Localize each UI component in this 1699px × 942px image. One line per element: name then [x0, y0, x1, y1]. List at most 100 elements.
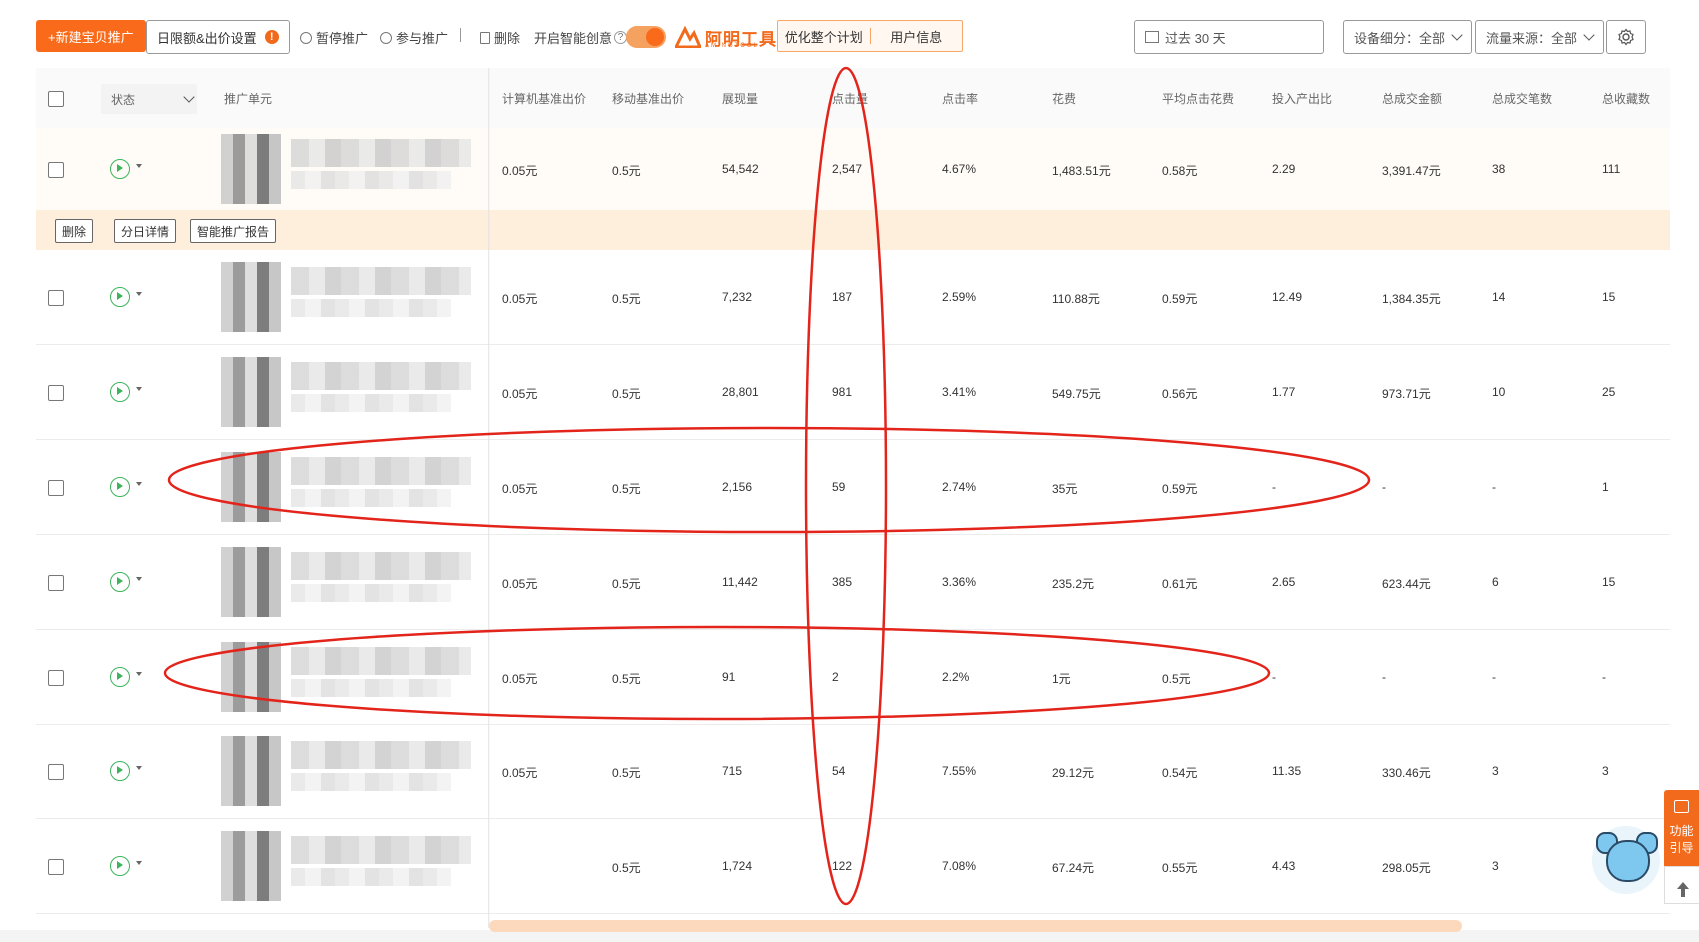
pause-promo-button[interactable]: 暂停推广	[300, 28, 368, 47]
daily-detail-button[interactable]: 分日详情	[114, 219, 177, 243]
product-title-blurred[interactable]	[291, 741, 471, 769]
row-checkbox[interactable]	[48, 480, 64, 496]
product-subtitle-blurred	[291, 679, 451, 697]
status-toggle[interactable]	[110, 382, 142, 402]
product-title-blurred[interactable]	[291, 139, 471, 167]
row-checkbox[interactable]	[48, 290, 64, 306]
select-all-checkbox[interactable]	[48, 91, 64, 107]
cell-cpc: 0.56元	[1162, 387, 1198, 401]
cell-gmv: -	[1382, 670, 1386, 684]
settings-button[interactable]	[1606, 20, 1646, 54]
product-thumbnail[interactable]	[221, 736, 281, 806]
smart-creative-toggle[interactable]	[626, 26, 666, 48]
cell-pc-bid: 0.05元	[502, 482, 538, 496]
traffic-source-select[interactable]: 流量来源：全部	[1475, 20, 1605, 54]
table-row[interactable]: 0.05元 0.5元 28,801 981 3.41% 549.75元 0.56元 1.77 9…	[36, 344, 1670, 440]
table-row[interactable]: 0.05元 0.5元 7,232 187 2.59% 110.88元 0.59元 12.49 1…	[36, 250, 1670, 345]
product-title-blurred[interactable]	[291, 457, 471, 485]
cell-orders: 3	[1492, 859, 1499, 873]
product-thumbnail[interactable]	[221, 547, 281, 617]
header-impressions[interactable]: 展现量	[722, 90, 758, 107]
header-cost[interactable]: 花费	[1052, 90, 1076, 107]
row-checkbox[interactable]	[48, 670, 64, 686]
date-range-select[interactable]: 过去 30 天	[1134, 20, 1324, 54]
device-select[interactable]: 设备细分：全部	[1343, 20, 1473, 54]
cell-pc-bid: 0.05元	[502, 164, 538, 178]
table-row[interactable]: 0.05元 0.5元 2,156 59 2.74% 35元 0.59元 - - - 1	[36, 439, 1670, 535]
new-promo-button[interactable]: +新建宝贝推广	[36, 20, 146, 52]
header-favorites[interactable]: 总收藏数	[1602, 90, 1650, 107]
status-toggle[interactable]	[110, 159, 142, 179]
product-thumbnail[interactable]	[221, 642, 281, 712]
caret-down-icon	[136, 861, 142, 865]
chevron-down-icon	[1583, 29, 1595, 41]
join-promo-button[interactable]: 参与推广	[380, 28, 448, 47]
table-row[interactable]: 0.05元 0.5元 54,542 2,547 4.67% 1,483.51元 0.58元 2…	[36, 128, 1670, 211]
row-delete-button[interactable]: 删除	[55, 219, 94, 243]
cell-roi: 1.77	[1272, 385, 1296, 399]
optimize-plan-button[interactable]: 优化整个计划	[778, 27, 870, 46]
cell-pc-bid: 0.05元	[502, 387, 538, 401]
caret-down-icon	[136, 672, 142, 676]
status-toggle[interactable]	[110, 287, 142, 307]
product-title-blurred[interactable]	[291, 552, 471, 580]
gear-icon	[1618, 28, 1634, 46]
product-thumbnail[interactable]	[221, 134, 281, 204]
cell-clicks: 59	[832, 480, 846, 494]
user-info-button[interactable]: 用户信息	[871, 27, 963, 46]
cell-impressions: 2,156	[722, 480, 753, 494]
table-row[interactable]: 0.05元 0.5元 11,442 385 3.36% 235.2元 0.61元 2.65 62…	[36, 534, 1670, 630]
product-title-blurred[interactable]	[291, 647, 471, 675]
cell-roi: 12.49	[1272, 290, 1303, 304]
chevron-down-icon	[1451, 29, 1463, 41]
row-action-bar: 删除 分日详情 智能推广报告	[36, 210, 1670, 250]
header-mobile-bid[interactable]: 移动基准出价	[612, 90, 684, 107]
status-toggle[interactable]	[110, 477, 142, 497]
cell-orders: 3	[1492, 764, 1499, 778]
product-thumbnail[interactable]	[221, 831, 281, 901]
header-clicks[interactable]: 点击量	[832, 90, 868, 107]
header-roi[interactable]: 投入产出比	[1272, 90, 1332, 107]
play-icon	[110, 382, 130, 402]
status-toggle[interactable]	[110, 761, 142, 781]
cell-orders: 6	[1492, 575, 1499, 589]
row-checkbox[interactable]	[48, 859, 64, 875]
header-ctr[interactable]: 点击率	[942, 90, 978, 107]
budget-setting-button[interactable]: 日限额&出价设置 !	[146, 20, 290, 54]
cell-clicks: 385	[832, 575, 853, 589]
table-row[interactable]: 0.5元 1,724 122 7.08% 67.24元 0.55元 4.43 298.05元 3	[36, 818, 1670, 914]
horizontal-scrollbar[interactable]	[489, 920, 1462, 932]
table-row[interactable]: 0.05元 0.5元 91 2 2.2% 1元 0.5元 - - - -	[36, 629, 1670, 725]
header-gmv[interactable]: 总成交金额	[1382, 90, 1442, 107]
row-checkbox[interactable]	[48, 764, 64, 780]
table-row[interactable]: 0.05元 0.5元 715 54 7.55% 29.12元 0.54元 11.35 330.4…	[36, 724, 1670, 819]
product-title-blurred[interactable]	[291, 267, 471, 295]
cell-cost: 1元	[1052, 672, 1071, 686]
cell-ctr: 2.59%	[942, 290, 977, 304]
header-orders[interactable]: 总成交笔数	[1492, 90, 1552, 107]
cell-impressions: 1,724	[722, 859, 753, 873]
row-checkbox[interactable]	[48, 162, 64, 178]
product-thumbnail[interactable]	[221, 452, 281, 522]
cell-pc-bid: 0.05元	[502, 577, 538, 591]
delete-button[interactable]: 删除	[480, 28, 520, 47]
product-title-blurred[interactable]	[291, 362, 471, 390]
header-pc-bid[interactable]: 计算机基准出价	[502, 90, 586, 107]
warning-icon: !	[264, 30, 279, 44]
product-thumbnail[interactable]	[221, 357, 281, 427]
cell-gmv: -	[1382, 480, 1386, 494]
row-checkbox[interactable]	[48, 575, 64, 591]
status-toggle[interactable]	[110, 572, 142, 592]
status-toggle[interactable]	[110, 667, 142, 687]
status-toggle[interactable]	[110, 856, 142, 876]
back-to-top-button[interactable]	[1664, 866, 1699, 904]
assistant-mascot[interactable]	[1592, 826, 1660, 894]
smart-report-button[interactable]: 智能推广报告	[190, 219, 277, 243]
cell-favorites: 1	[1602, 480, 1609, 494]
product-thumbnail[interactable]	[221, 262, 281, 332]
cell-mobile-bid: 0.5元	[612, 164, 641, 178]
row-checkbox[interactable]	[48, 385, 64, 401]
header-cpc[interactable]: 平均点击花费	[1162, 90, 1234, 107]
status-filter[interactable]: 状态	[101, 84, 197, 114]
product-title-blurred[interactable]	[291, 836, 471, 864]
